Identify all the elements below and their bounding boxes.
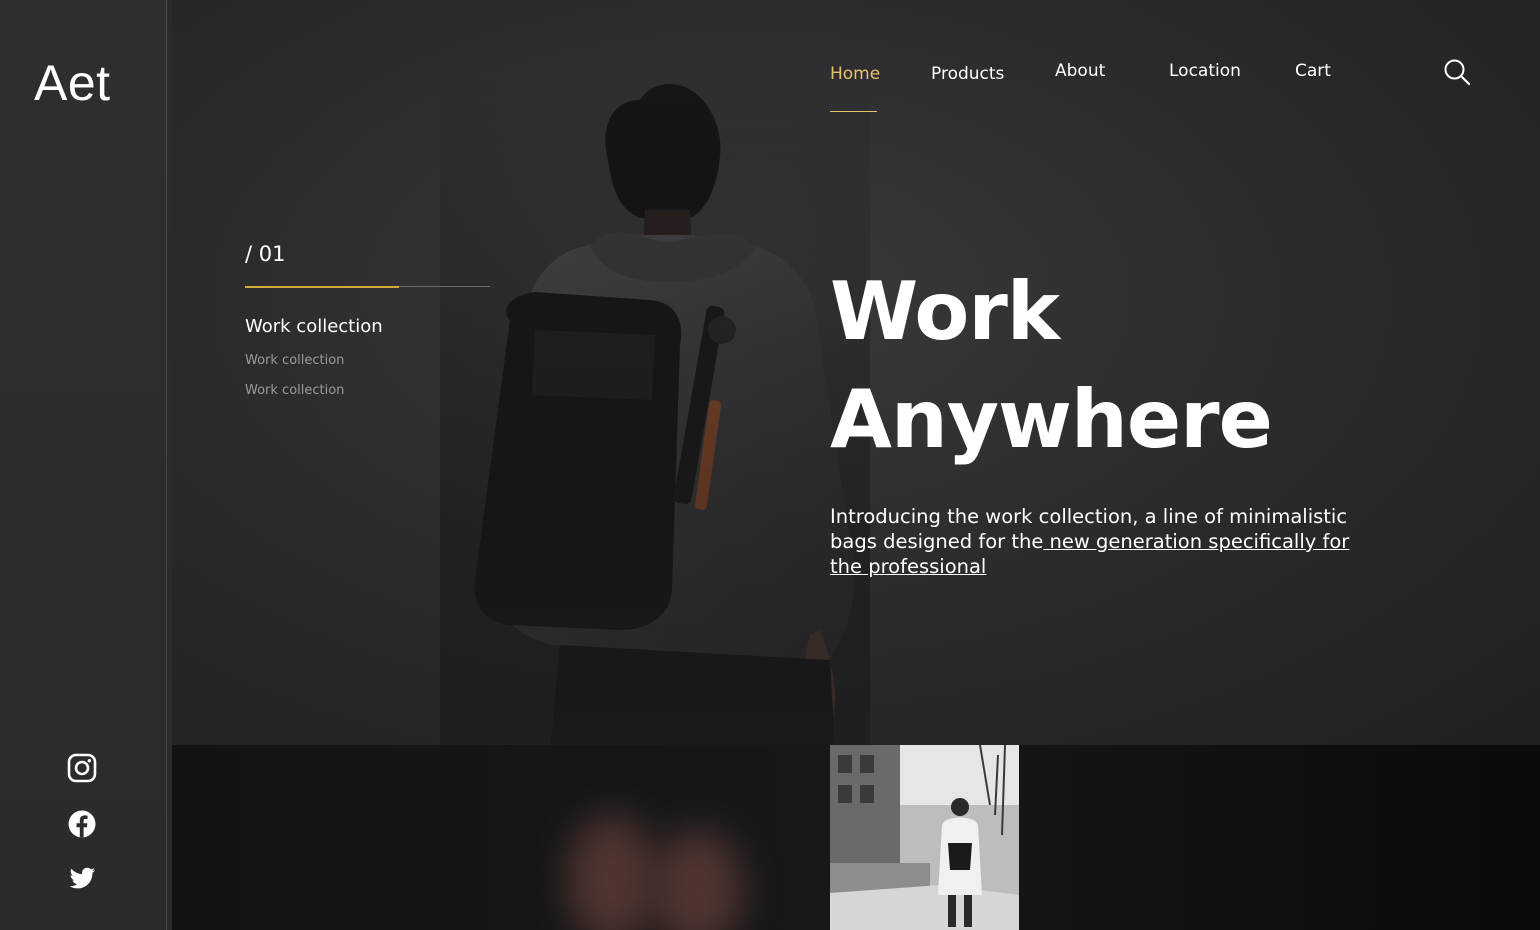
gallery-thumbnail[interactable]	[830, 745, 1019, 930]
collection-link[interactable]: Work collection	[245, 383, 344, 398]
headline-line-2: Anywhere	[830, 373, 1273, 466]
headline-line-1: Work	[830, 265, 1060, 358]
instagram-icon[interactable]	[66, 752, 98, 784]
slide-index: / 01	[245, 242, 286, 266]
nav-products[interactable]: Products	[931, 64, 1004, 84]
hero-headline: Work Anywhere	[830, 258, 1273, 474]
twitter-icon[interactable]	[66, 862, 98, 894]
facebook-icon[interactable]	[66, 808, 98, 840]
sidebar: Aet	[0, 0, 167, 930]
nav-home[interactable]: Home	[830, 64, 880, 84]
collection-link[interactable]: Work collection	[245, 353, 344, 368]
slide-progress-fill	[245, 286, 400, 288]
nav-about[interactable]: About	[1055, 61, 1105, 81]
search-icon[interactable]	[1443, 58, 1471, 86]
nav-active-underline	[830, 111, 877, 112]
hero-person-image	[440, 70, 870, 745]
blurred-image-detail	[652, 830, 742, 930]
nav-cart[interactable]: Cart	[1295, 61, 1331, 81]
blurred-image-detail	[567, 815, 657, 930]
nav-location[interactable]: Location	[1169, 61, 1241, 81]
brand-logo[interactable]: Aet	[34, 54, 111, 112]
collection-link-active[interactable]: Work collection	[245, 316, 383, 337]
hero-intro: Introducing the work collection, a line …	[830, 504, 1370, 579]
